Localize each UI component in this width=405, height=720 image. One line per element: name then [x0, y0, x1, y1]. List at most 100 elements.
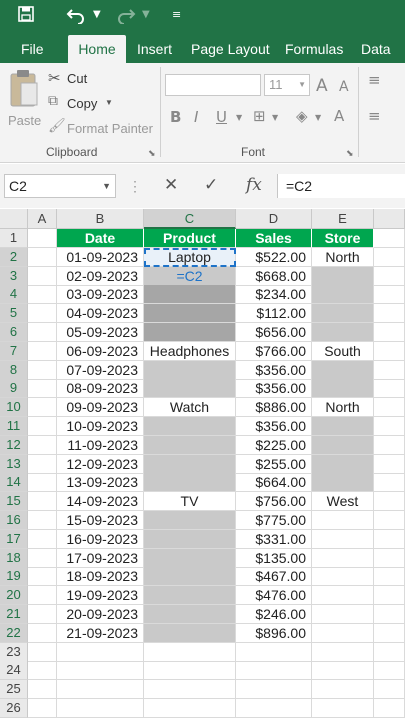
cell-e19[interactable] — [312, 567, 374, 587]
cell-c19[interactable] — [144, 567, 236, 587]
tab-file[interactable]: File — [21, 35, 44, 63]
cell-a18[interactable] — [28, 548, 57, 568]
row-header-16[interactable]: 16 — [0, 511, 28, 530]
copy-button[interactable]: Copy — [67, 96, 97, 111]
formula-input[interactable]: =C2 — [277, 174, 405, 198]
cell-f5[interactable] — [374, 304, 405, 324]
cell-a7[interactable] — [28, 341, 57, 361]
cell-b8[interactable]: 07-09-2023 — [57, 360, 144, 380]
column-header-b[interactable]: B — [57, 209, 144, 229]
cell-f6[interactable] — [374, 323, 405, 342]
cell-f3[interactable] — [374, 266, 405, 286]
check-icon[interactable]: ✓ — [204, 175, 218, 195]
row-header-21[interactable]: 21 — [0, 605, 28, 624]
row-header-18[interactable]: 18 — [0, 548, 28, 568]
cell-a5[interactable] — [28, 304, 57, 324]
cell-f25[interactable] — [374, 680, 405, 700]
cell-c10[interactable]: Watch — [144, 398, 236, 418]
cell-f10[interactable] — [374, 398, 405, 418]
row-header-9[interactable]: 9 — [0, 379, 28, 399]
borders-dropdown-icon[interactable]: ▼ — [272, 113, 278, 122]
cell-d4[interactable]: $234.00 — [236, 285, 312, 305]
select-all-corner[interactable] — [0, 209, 28, 229]
cell-a14[interactable] — [28, 473, 57, 493]
row-header-23[interactable]: 23 — [0, 642, 28, 662]
cell-a19[interactable] — [28, 567, 57, 587]
cell-d23[interactable] — [236, 642, 312, 662]
cell-f23[interactable] — [374, 642, 405, 662]
name-box-dropdown-icon[interactable]: ▼ — [102, 175, 111, 197]
cell-a20[interactable] — [28, 586, 57, 606]
cell-b23[interactable] — [57, 642, 144, 662]
cell-d10[interactable]: $886.00 — [236, 398, 312, 418]
redo-dropdown-icon[interactable]: ▼ — [142, 9, 150, 20]
cell-b17[interactable]: 16-09-2023 — [57, 529, 144, 549]
column-header-a[interactable]: A — [28, 209, 57, 229]
cell-d24[interactable] — [236, 661, 312, 681]
cell-a17[interactable] — [28, 529, 57, 549]
cell-d14[interactable]: $664.00 — [236, 473, 312, 493]
cell-e9[interactable] — [312, 379, 374, 399]
row-header-8[interactable]: 8 — [0, 360, 28, 380]
cancel-icon[interactable]: ✕ — [164, 175, 178, 195]
cell-b15[interactable]: 14-09-2023 — [57, 492, 144, 512]
cell-d6[interactable]: $656.00 — [236, 323, 312, 342]
cell-e15[interactable]: West — [312, 492, 374, 512]
row-header-12[interactable]: 12 — [0, 435, 28, 455]
cell-a23[interactable] — [28, 642, 57, 662]
fill-color-icon[interactable]: ◈ — [296, 107, 308, 125]
undo-icon[interactable] — [66, 6, 86, 29]
cell-f18[interactable] — [374, 548, 405, 568]
name-box[interactable]: C2 ▼ — [4, 174, 116, 198]
header-date[interactable]: Date — [57, 229, 144, 248]
header-sales[interactable]: Sales — [236, 229, 312, 248]
cell-a6[interactable] — [28, 323, 57, 342]
font-name-box[interactable] — [165, 74, 261, 96]
cell-d19[interactable]: $467.00 — [236, 567, 312, 587]
cell-d20[interactable]: $476.00 — [236, 586, 312, 606]
cell-e11[interactable] — [312, 417, 374, 436]
cut-button[interactable]: Cut — [67, 71, 87, 86]
cell-f20[interactable] — [374, 586, 405, 606]
cell-a11[interactable] — [28, 417, 57, 436]
clipboard-launcher-icon[interactable]: ⬊ — [148, 148, 156, 159]
cell-d12[interactable]: $225.00 — [236, 435, 312, 455]
cell-a12[interactable] — [28, 435, 57, 455]
cell-b13[interactable]: 12-09-2023 — [57, 454, 144, 474]
row-header-1[interactable]: 1 — [0, 229, 28, 248]
cell-b18[interactable]: 17-09-2023 — [57, 548, 144, 568]
grow-font-button[interactable]: A — [316, 76, 328, 96]
borders-icon[interactable]: ⊞ — [253, 107, 266, 125]
cell-e23[interactable] — [312, 642, 374, 662]
fill-color-dropdown-icon[interactable]: ▼ — [315, 113, 321, 122]
cell-f7[interactable] — [374, 341, 405, 361]
cell-b7[interactable]: 06-09-2023 — [57, 341, 144, 361]
cell-c12[interactable] — [144, 435, 236, 455]
cell-f9[interactable] — [374, 379, 405, 399]
row-header-20[interactable]: 20 — [0, 586, 28, 606]
cell-d22[interactable]: $896.00 — [236, 623, 312, 643]
cut-icon[interactable]: ✂ — [48, 69, 61, 87]
cell-f8[interactable] — [374, 360, 405, 380]
cell-c16[interactable] — [144, 511, 236, 530]
cell-f2[interactable] — [374, 247, 405, 267]
cell-c13[interactable] — [144, 454, 236, 474]
cell-e20[interactable] — [312, 586, 374, 606]
shrink-font-button[interactable]: A — [339, 79, 349, 95]
cell-d3[interactable]: $668.00 — [236, 266, 312, 286]
cell-f1[interactable] — [374, 229, 405, 248]
cell-a13[interactable] — [28, 454, 57, 474]
cell-e4[interactable] — [312, 285, 374, 305]
row-header-2[interactable]: 2 — [0, 247, 28, 267]
cell-b20[interactable]: 19-09-2023 — [57, 586, 144, 606]
cell-b12[interactable]: 11-09-2023 — [57, 435, 144, 455]
cell-d9[interactable]: $356.00 — [236, 379, 312, 399]
cell-e24[interactable] — [312, 661, 374, 681]
cell-d5[interactable]: $112.00 — [236, 304, 312, 324]
cell-c20[interactable] — [144, 586, 236, 606]
cell-b19[interactable]: 18-09-2023 — [57, 567, 144, 587]
cell-e8[interactable] — [312, 360, 374, 380]
cell-c18[interactable] — [144, 548, 236, 568]
cell-a9[interactable] — [28, 379, 57, 399]
cell-c26[interactable] — [144, 699, 236, 718]
